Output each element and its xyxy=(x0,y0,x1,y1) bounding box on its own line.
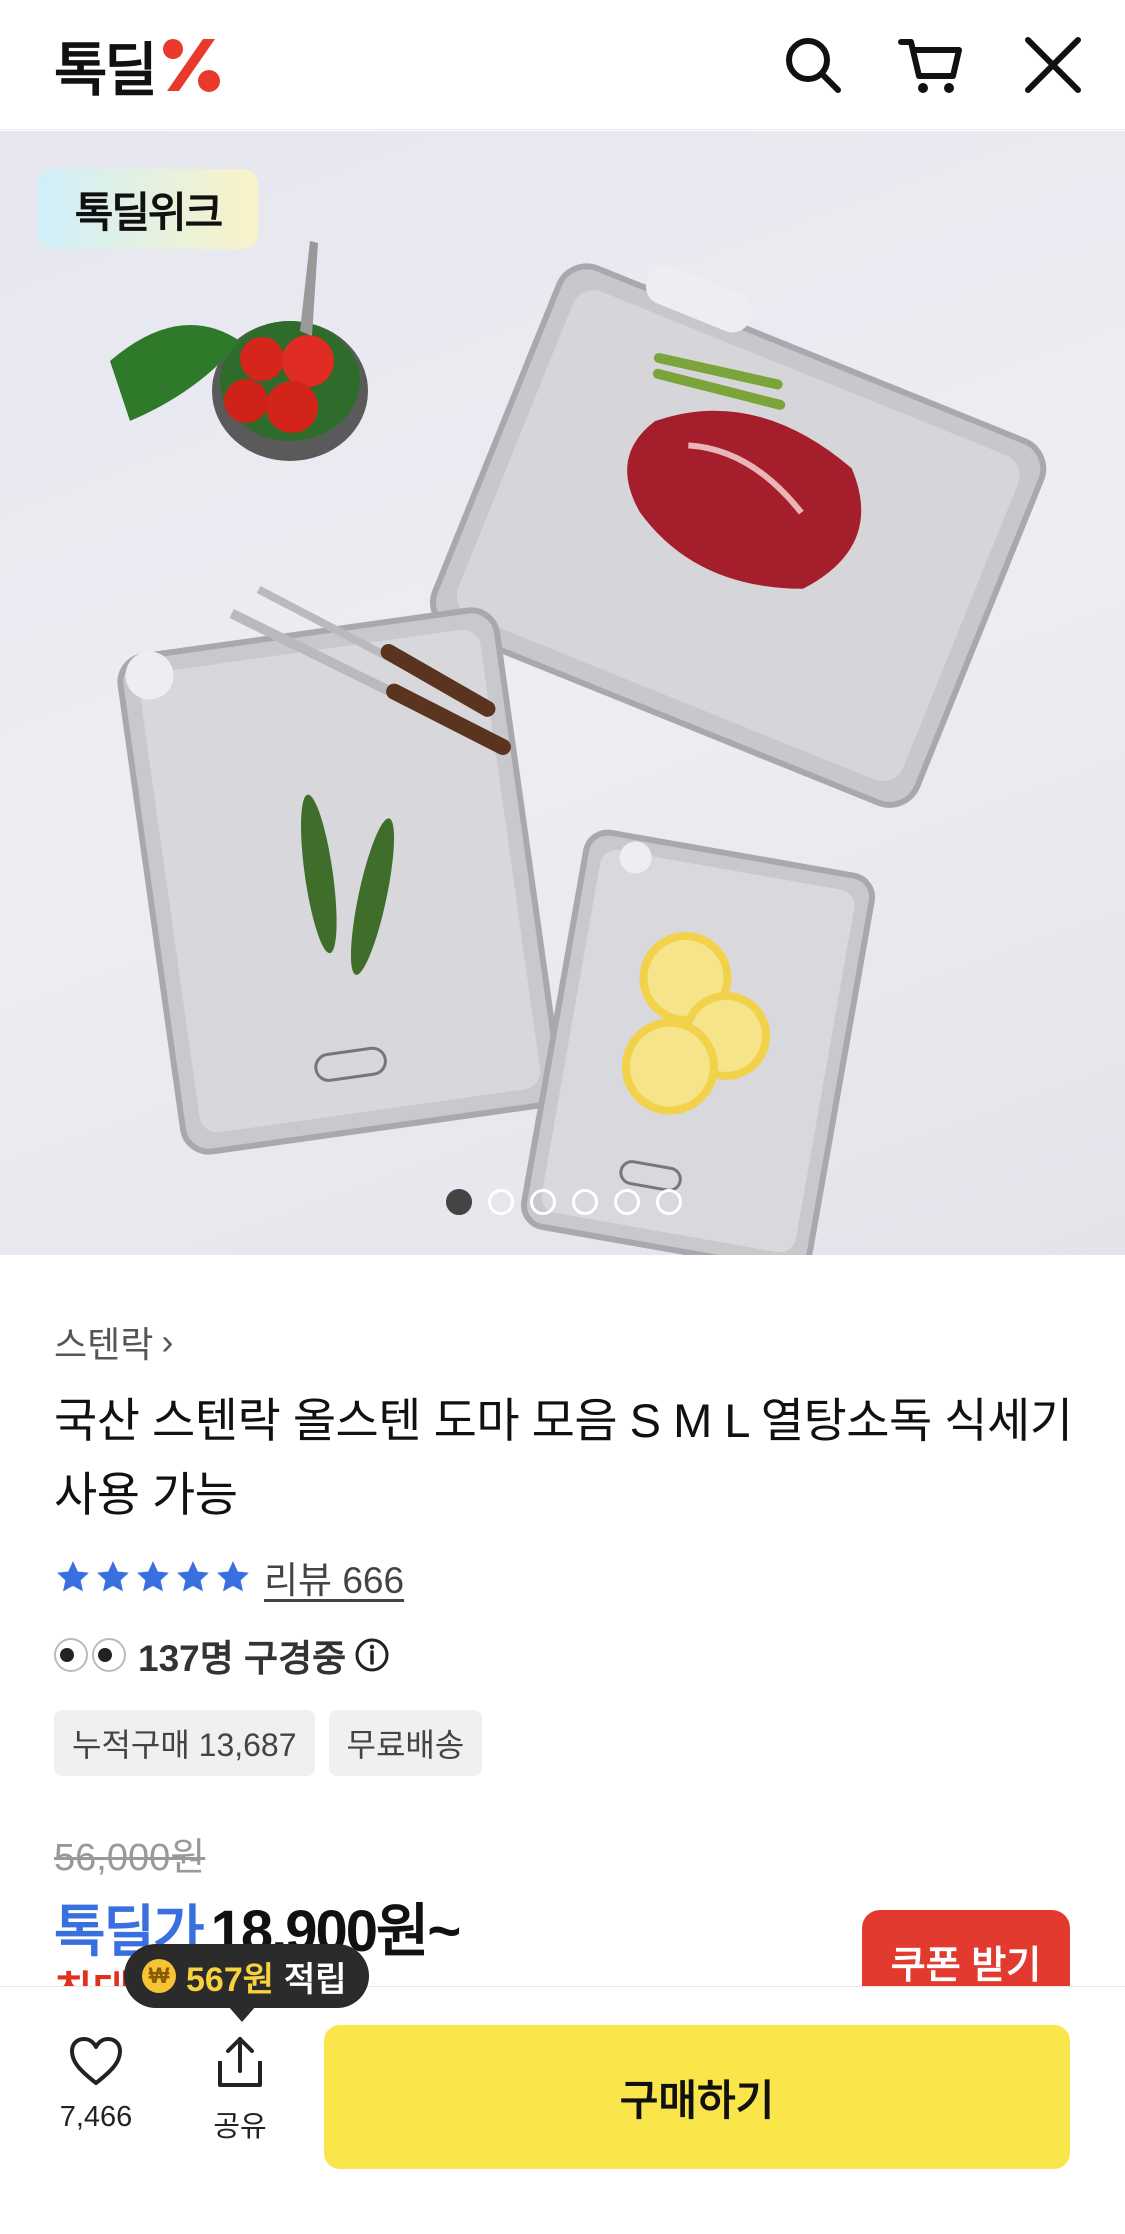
original-price: 56,000원 xyxy=(54,1837,206,1879)
viewing-count: 137명 구경중 xyxy=(54,1628,390,1682)
product-chips: 누적구매 13,687 무료배송 xyxy=(54,1710,483,1776)
buy-button[interactable]: 구매하기 xyxy=(324,2025,1070,2169)
coin-icon: ₩ xyxy=(142,1959,176,1993)
star-rating xyxy=(54,1558,252,1596)
review-link[interactable]: 리뷰 666 xyxy=(264,1550,404,1604)
logo-text: 톡딜 xyxy=(54,36,158,104)
brand-name: 스텐락 xyxy=(54,1324,154,1365)
brand-link[interactable]: 스텐락 › xyxy=(54,1316,173,1368)
search-icon[interactable] xyxy=(780,32,846,98)
product-photo xyxy=(110,241,1047,1255)
like-count: 7,466 xyxy=(59,2101,133,2133)
app-logo[interactable]: 톡딜 xyxy=(54,30,223,104)
bottom-action-bar: 7,466 공유 구매하기 xyxy=(0,1986,1125,2234)
share-icon xyxy=(218,2037,262,2087)
close-icon[interactable] xyxy=(1020,32,1086,98)
tomato-bowl-illustration xyxy=(110,241,368,461)
cart-icon[interactable] xyxy=(897,32,963,98)
share-label: 공유 xyxy=(213,2111,267,2143)
eyes-icon xyxy=(54,1638,126,1672)
info-icon[interactable] xyxy=(354,1637,390,1673)
product-image-carousel[interactable]: 톡딜위크 xyxy=(0,131,1125,1255)
top-header: 톡딜 xyxy=(0,0,1125,130)
star-icon xyxy=(97,1561,129,1592)
medium-board-illustration xyxy=(117,585,563,1155)
promo-badge-text: 톡딜위크 xyxy=(74,187,224,237)
carousel-dot[interactable] xyxy=(488,1189,514,1215)
carousel-dot[interactable] xyxy=(572,1189,598,1215)
carousel-dot[interactable] xyxy=(656,1189,682,1215)
free-shipping-chip: 무료배송 xyxy=(328,1710,483,1776)
carousel-dot[interactable] xyxy=(446,1189,472,1215)
viewing-text: 137명 구경중 xyxy=(138,1638,347,1679)
max-discount-partial: 최대 xyxy=(54,1958,131,1986)
rating-row: 리뷰 666 xyxy=(54,1550,404,1604)
reward-suffix: 적립 xyxy=(284,1960,347,1999)
star-icon xyxy=(57,1561,89,1592)
star-icon xyxy=(217,1561,249,1592)
promo-badge: 톡딜위크 xyxy=(38,169,258,249)
heart-icon xyxy=(70,2037,122,2085)
logo-percent-icon xyxy=(162,39,220,92)
reward-amount: 567원 xyxy=(186,1960,275,1999)
star-icon xyxy=(137,1561,169,1592)
large-board-illustration xyxy=(430,263,1047,808)
carousel-dot[interactable] xyxy=(530,1189,556,1215)
carousel-indicator xyxy=(446,1189,682,1215)
reward-tooltip: ₩ 567원 적립 xyxy=(124,1944,369,2022)
chevron-right-icon: › xyxy=(161,1321,174,1362)
product-title: 국산 스텐락 올스텐 도마 모음 S M L 열탕소독 식세기 사용 가능 xyxy=(54,1394,1073,1521)
carousel-dot[interactable] xyxy=(614,1189,640,1215)
like-button[interactable]: 7,466 xyxy=(40,2035,152,2134)
share-button[interactable]: 공유 xyxy=(184,2035,296,2145)
star-icon xyxy=(177,1561,209,1592)
cumulative-purchase-chip: 누적구매 13,687 xyxy=(54,1710,315,1776)
